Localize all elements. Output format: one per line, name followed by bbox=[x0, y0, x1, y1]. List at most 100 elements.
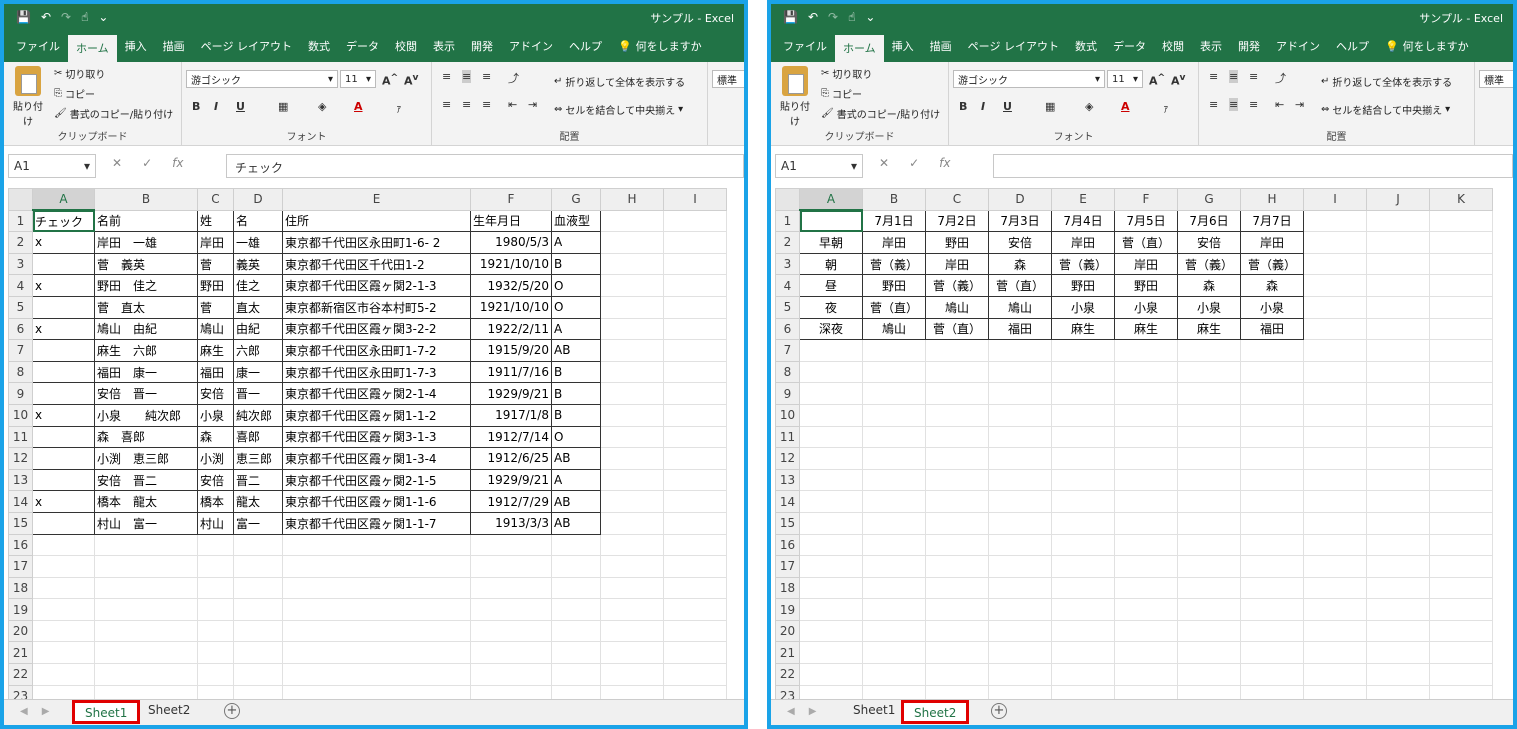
cell-H9[interactable] bbox=[1240, 382, 1304, 405]
cell-H3[interactable]: 菅（義） bbox=[1240, 252, 1304, 276]
cell-A14[interactable]: x bbox=[32, 490, 95, 513]
decrease-font-icon[interactable]: Av bbox=[1171, 72, 1185, 88]
cell-C19[interactable] bbox=[197, 598, 234, 621]
decrease-font-icon[interactable]: Av bbox=[404, 72, 418, 88]
cell-B21[interactable] bbox=[862, 641, 926, 665]
cell-G16[interactable] bbox=[551, 533, 601, 557]
cell-G18[interactable] bbox=[551, 576, 601, 600]
cell-C11[interactable]: 森 bbox=[197, 425, 234, 449]
cell-J11[interactable] bbox=[1366, 425, 1430, 449]
cell-B9[interactable]: 安倍 晋一 bbox=[94, 382, 198, 405]
cell-A22[interactable] bbox=[32, 663, 95, 686]
cell-G7[interactable] bbox=[1177, 339, 1241, 362]
row-header[interactable]: 19 bbox=[8, 598, 33, 621]
cell-H19[interactable] bbox=[1240, 598, 1304, 621]
column-header[interactable]: A bbox=[32, 188, 95, 212]
orientation-icon[interactable]: ⤴ bbox=[508, 70, 519, 86]
cell-D20[interactable] bbox=[988, 619, 1052, 643]
tab-addins[interactable]: アドイン bbox=[501, 32, 561, 62]
cell-C2[interactable]: 野田 bbox=[925, 231, 989, 254]
cell-B16[interactable] bbox=[862, 533, 926, 557]
cell-G2[interactable]: 安倍 bbox=[1177, 231, 1241, 254]
cell-J12[interactable] bbox=[1366, 447, 1430, 470]
cell-J15[interactable] bbox=[1366, 511, 1430, 535]
cell-H18[interactable] bbox=[600, 576, 664, 600]
cell-K6[interactable] bbox=[1429, 317, 1493, 341]
cell-E3[interactable]: 東京都千代田区千代田1-2 bbox=[282, 252, 471, 276]
cell-A15[interactable] bbox=[32, 511, 95, 535]
cell-C4[interactable]: 野田 bbox=[197, 274, 234, 297]
cell-F6[interactable]: 麻生 bbox=[1114, 317, 1178, 341]
undo-icon[interactable]: ↶ bbox=[41, 10, 51, 24]
format-painter-button[interactable]: 🖌 書式のコピー/貼り付け bbox=[821, 106, 940, 121]
cell-B17[interactable] bbox=[862, 555, 926, 578]
cell-E6[interactable]: 東京都千代田区霞ヶ関3-2-2 bbox=[282, 317, 471, 341]
cell-D18[interactable] bbox=[988, 576, 1052, 600]
cell-A19[interactable] bbox=[32, 598, 95, 621]
cell-I8[interactable] bbox=[1303, 360, 1367, 384]
cell-I13[interactable] bbox=[1303, 468, 1367, 492]
cell-K16[interactable] bbox=[1429, 533, 1493, 557]
cell-A16[interactable] bbox=[32, 533, 95, 557]
cell-F3[interactable]: 岸田 bbox=[1114, 252, 1178, 276]
cell-I11[interactable] bbox=[1303, 425, 1367, 449]
cell-H12[interactable] bbox=[1240, 447, 1304, 470]
cell-A20[interactable] bbox=[799, 619, 863, 643]
cell-E18[interactable] bbox=[1051, 576, 1115, 600]
cell-F2[interactable]: 菅（直） bbox=[1114, 231, 1178, 254]
cell-D9[interactable] bbox=[988, 382, 1052, 405]
cell-G14[interactable]: AB bbox=[551, 490, 601, 513]
cell-H12[interactable] bbox=[600, 447, 664, 470]
bold-icon[interactable]: B bbox=[959, 100, 967, 113]
tab-data[interactable]: データ bbox=[338, 32, 387, 62]
prev-sheet-icon[interactable]: ◀ bbox=[20, 706, 28, 717]
cell-C10[interactable]: 小泉 bbox=[197, 403, 234, 427]
cell-C14[interactable]: 橋本 bbox=[197, 490, 234, 513]
tab-home[interactable]: ホーム bbox=[68, 35, 117, 62]
cell-K3[interactable] bbox=[1429, 252, 1493, 276]
orientation-icon[interactable]: ⤴ bbox=[1275, 70, 1286, 86]
cell-F10[interactable]: 1917/1/8 bbox=[470, 403, 552, 427]
row-header[interactable]: 6 bbox=[775, 317, 800, 341]
cell-I20[interactable] bbox=[663, 619, 727, 643]
row-header[interactable]: 8 bbox=[8, 360, 33, 384]
align-middle-icon[interactable]: ≡ bbox=[462, 70, 472, 83]
cell-E19[interactable] bbox=[282, 598, 471, 621]
cell-A5[interactable] bbox=[32, 295, 95, 319]
cell-G1[interactable]: 7月6日 bbox=[1177, 209, 1241, 233]
cell-H1[interactable] bbox=[600, 209, 664, 233]
add-sheet-icon[interactable]: + bbox=[991, 703, 1007, 719]
cell-F7[interactable] bbox=[1114, 339, 1178, 362]
cell-A10[interactable]: x bbox=[32, 403, 95, 427]
cell-D10[interactable] bbox=[988, 403, 1052, 427]
cell-C6[interactable]: 鳩山 bbox=[197, 317, 234, 341]
cell-E2[interactable]: 岸田 bbox=[1051, 231, 1115, 254]
row-header[interactable]: 20 bbox=[775, 619, 800, 643]
cell-K1[interactable] bbox=[1429, 209, 1493, 233]
column-header[interactable]: D bbox=[988, 188, 1052, 211]
row-header[interactable]: 1 bbox=[775, 209, 800, 233]
cell-F12[interactable] bbox=[1114, 447, 1178, 470]
cut-button[interactable]: ✂ 切り取り bbox=[54, 66, 105, 81]
cell-H3[interactable] bbox=[600, 252, 664, 276]
cell-I9[interactable] bbox=[1303, 382, 1367, 405]
cell-F21[interactable] bbox=[470, 641, 552, 665]
cell-H22[interactable] bbox=[1240, 663, 1304, 686]
cell-A19[interactable] bbox=[799, 598, 863, 621]
cell-D17[interactable] bbox=[233, 555, 283, 578]
cell-G3[interactable]: B bbox=[551, 252, 601, 276]
cell-I18[interactable] bbox=[1303, 576, 1367, 600]
row-header[interactable]: 6 bbox=[8, 317, 33, 341]
cell-B15[interactable]: 村山 富一 bbox=[94, 511, 198, 535]
cell-C5[interactable]: 鳩山 bbox=[925, 295, 989, 319]
cell-B17[interactable] bbox=[94, 555, 198, 578]
undo-icon[interactable]: ↶ bbox=[808, 10, 818, 24]
cell-D17[interactable] bbox=[988, 555, 1052, 578]
cell-B18[interactable] bbox=[862, 576, 926, 600]
increase-indent-icon[interactable]: ⇥ bbox=[528, 98, 537, 111]
cell-J7[interactable] bbox=[1366, 339, 1430, 362]
cell-H9[interactable] bbox=[600, 382, 664, 405]
row-header[interactable]: 17 bbox=[8, 555, 33, 578]
cell-G3[interactable]: 菅（義） bbox=[1177, 252, 1241, 276]
cell-B9[interactable] bbox=[862, 382, 926, 405]
